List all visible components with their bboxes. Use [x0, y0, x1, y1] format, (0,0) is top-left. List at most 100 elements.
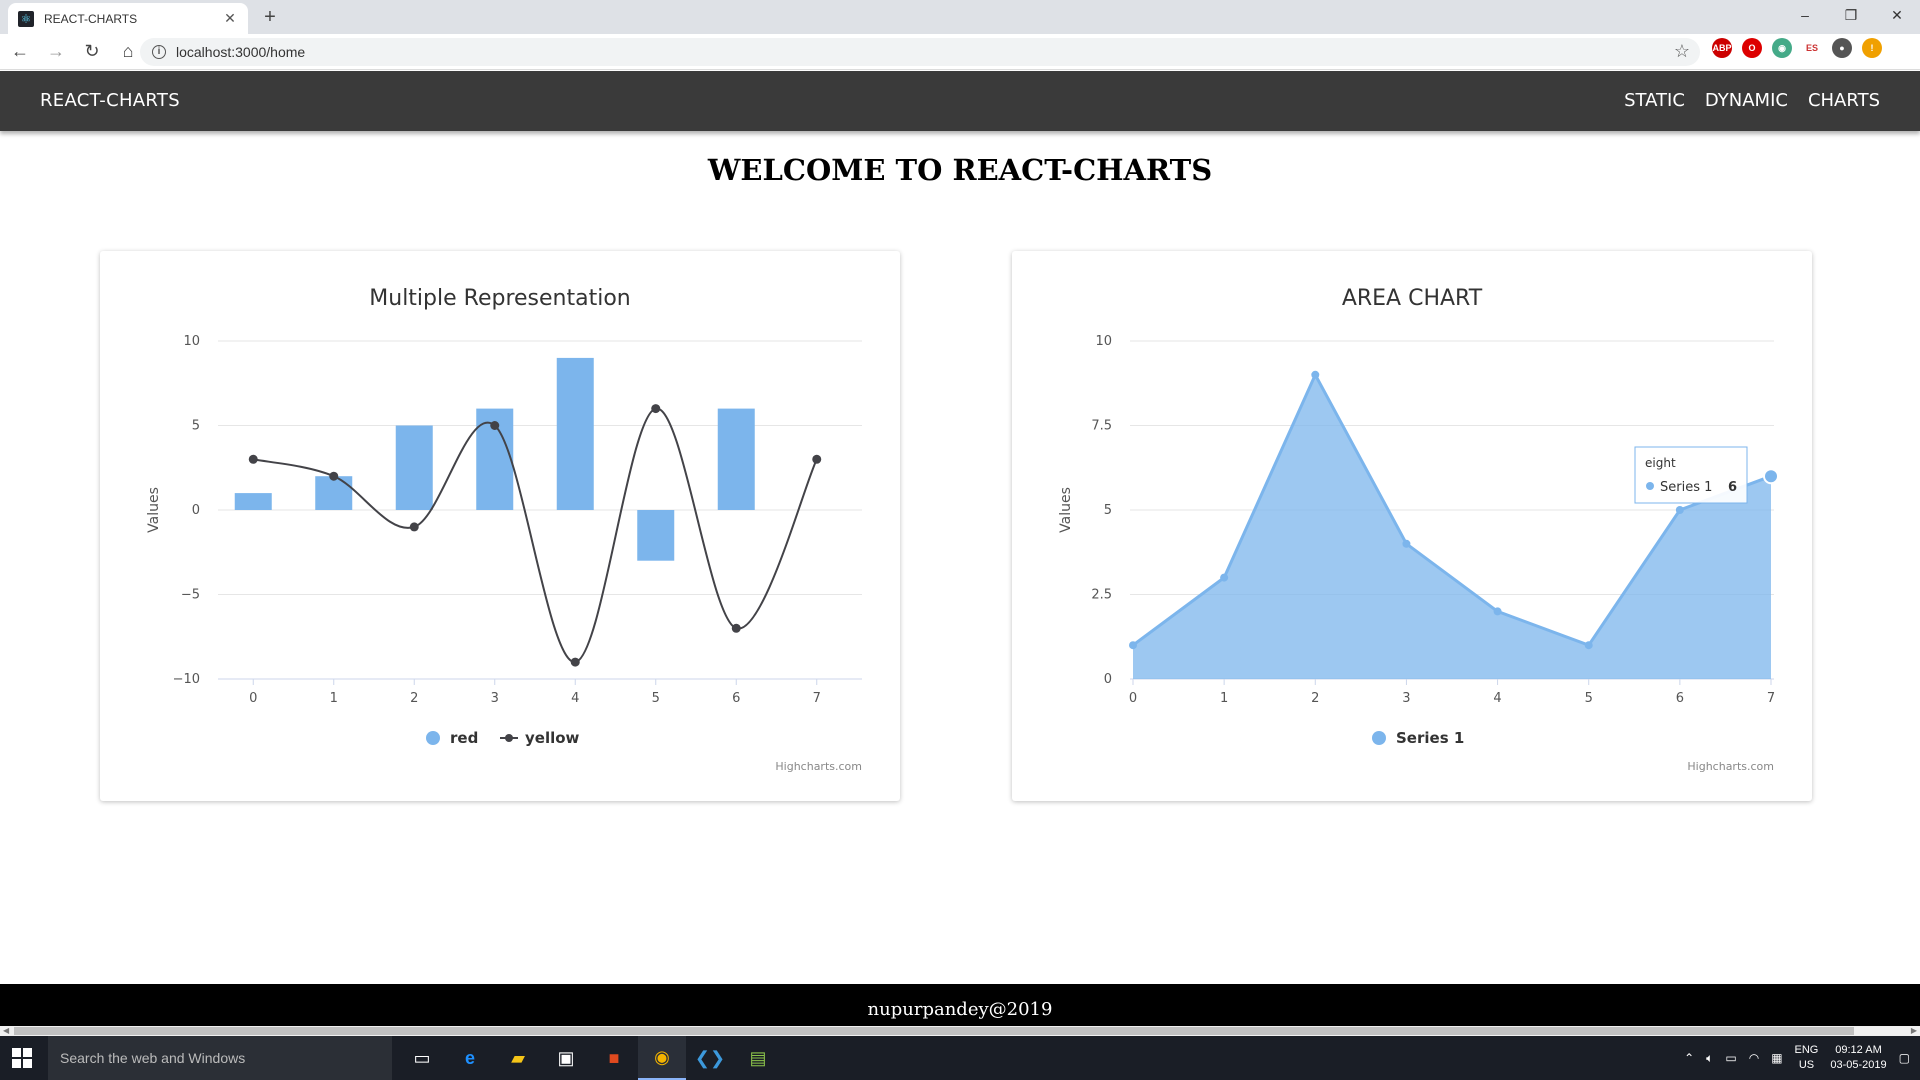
reload-icon[interactable]: ↻ [76, 38, 108, 66]
y-tick-label: 7.5 [1091, 419, 1112, 434]
x-tick-label: 5 [1585, 691, 1593, 706]
url-text[interactable]: localhost:3000/home [176, 44, 305, 60]
horizontal-scrollbar[interactable]: ◀ ▶ [0, 1026, 1920, 1036]
area-chart: AREA CHART Values 0 1 2 3 4 5 6 7 10 7.5 5 2.5 0 Se… [1058, 286, 1779, 773]
point-series1 [1763, 468, 1779, 485]
address-bar[interactable]: i localhost:3000/home ☆ [140, 38, 1700, 66]
multiple-representation-card: Multiple Representation Values 01234567 … [100, 251, 900, 801]
tab-title: REACT-CHARTS [44, 11, 138, 26]
task-view-icon[interactable]: ▭ [398, 1036, 446, 1080]
bar-red [315, 476, 353, 510]
taskbar-pinned-apps: ▭ e ▰ ▣ ■ ◉ ❮❯ ▤ [398, 1036, 782, 1080]
region-code: US [1798, 1059, 1815, 1071]
info-icon[interactable]: i [152, 45, 166, 59]
bar-red [556, 357, 594, 510]
y-tick-label: −5 [181, 588, 200, 603]
tab-close-icon[interactable]: ✕ [222, 10, 238, 27]
clock-time: 09:12 AM [1835, 1044, 1882, 1056]
bar-red [717, 408, 755, 510]
chrome-icon[interactable]: ◉ [638, 1036, 686, 1080]
legend-red-marker[interactable] [426, 731, 440, 745]
legend-series1-label[interactable]: Series 1 [1396, 729, 1464, 747]
tooltip-series-name: Series 1 [1660, 480, 1712, 495]
tray-chevron-icon[interactable]: ⌃ [1684, 1051, 1694, 1065]
browser-tab[interactable]: ⚛ REACT-CHARTS ✕ [8, 3, 248, 34]
x-tick-label: 4 [1493, 691, 1501, 706]
bar-red [637, 510, 675, 561]
store-icon[interactable]: ▣ [542, 1036, 590, 1080]
legend-red-label[interactable]: red [450, 729, 478, 747]
vscode-icon[interactable]: ❮❯ [686, 1036, 734, 1080]
taskbar-search-box[interactable]: Search the web and Windows [48, 1036, 392, 1080]
legend-yellow-marker[interactable] [505, 734, 513, 742]
tooltip-header: eight [1645, 456, 1676, 470]
close-window-button[interactable]: ✕ [1874, 0, 1920, 30]
x-tick-label: 3 [1402, 691, 1410, 706]
y-tick-label: 5 [192, 419, 200, 434]
multiple-representation-chart: Multiple Representation Values 01234567 … [146, 286, 862, 773]
update-alert-icon[interactable]: ! [1862, 38, 1882, 58]
edge-browser-icon[interactable]: e [446, 1036, 494, 1080]
point-yellow [248, 454, 258, 464]
point-yellow [731, 623, 741, 633]
adblock-extension-icon[interactable]: ABP [1712, 38, 1732, 58]
page-heading: WELCOME TO REACT-CHARTS [707, 153, 1213, 187]
keyboard-icon[interactable]: ▦ [1771, 1051, 1782, 1065]
credits-link[interactable]: Highcharts.com [1687, 760, 1774, 773]
point-series1 [1129, 641, 1137, 650]
nav-link-charts[interactable]: CHARTS [1808, 90, 1880, 111]
point-yellow [812, 454, 822, 464]
new-tab-button[interactable]: + [258, 6, 282, 29]
point-series1 [1220, 573, 1229, 582]
battery-icon[interactable]: ▭ [1725, 1051, 1736, 1065]
scroll-left-arrow-icon[interactable]: ◀ [3, 1026, 9, 1035]
language-indicator[interactable]: ENG US [1795, 1043, 1819, 1073]
legend-series1-marker[interactable] [1372, 731, 1386, 745]
x-tick-label: 4 [571, 691, 579, 706]
clock-date: 03-05-2019 [1830, 1059, 1887, 1071]
x-tick-label: 0 [1129, 691, 1137, 706]
wifi-icon[interactable]: ◠ [1749, 1051, 1759, 1065]
profile-avatar[interactable]: ● [1832, 38, 1852, 58]
x-tick-label: 2 [410, 691, 418, 706]
restore-button[interactable]: ❐ [1828, 0, 1874, 30]
scrollbar-thumb[interactable] [14, 1027, 1854, 1035]
point-yellow [490, 421, 500, 430]
point-yellow [409, 522, 419, 532]
x-tick-label: 7 [1767, 691, 1775, 706]
clock[interactable]: 09:12 AM 03-05-2019 [1830, 1043, 1886, 1073]
y-axis-title: Values [1058, 487, 1074, 533]
minimize-button[interactable]: – [1782, 0, 1828, 30]
bookmark-star-icon[interactable]: ☆ [1674, 41, 1690, 62]
scroll-right-arrow-icon[interactable]: ▶ [1911, 1026, 1917, 1035]
forward-arrow-icon[interactable]: → [40, 38, 72, 66]
nav-link-static[interactable]: STATIC [1624, 90, 1685, 111]
start-button[interactable] [12, 1048, 32, 1068]
point-series1 [1584, 641, 1593, 650]
credits-link[interactable]: Highcharts.com [775, 760, 862, 773]
chart-legend: red yellow [426, 729, 580, 747]
taskbar-search-placeholder[interactable]: Search the web and Windows [60, 1050, 245, 1066]
legend-yellow-label[interactable]: yellow [525, 729, 580, 747]
x-tick-label: 7 [813, 691, 821, 706]
app-navbar: REACT-CHARTS STATIC DYNAMIC CHARTS [0, 71, 1920, 131]
opera-extension-icon[interactable]: O [1742, 38, 1762, 58]
area-chart-card: AREA CHART Values 0 1 2 3 4 5 6 7 10 7.5 5 2.5 0 Se… [1012, 251, 1812, 801]
browser-toolbar: ← → ↻ ⌂ i localhost:3000/home ☆ [0, 34, 1920, 70]
y-tick-label: 0 [192, 503, 200, 518]
office-icon[interactable]: ■ [590, 1036, 638, 1080]
es-extension-icon[interactable]: ES [1802, 38, 1822, 58]
point-series1 [1675, 506, 1684, 514]
notifications-icon[interactable]: ▢ [1899, 1051, 1910, 1065]
file-explorer-icon[interactable]: ▰ [494, 1036, 542, 1080]
volume-icon[interactable]: 🔈︎ [1706, 1051, 1713, 1066]
chart-title: AREA CHART [1342, 286, 1483, 311]
nav-link-dynamic[interactable]: DYNAMIC [1705, 90, 1788, 111]
notepad-icon[interactable]: ▤ [734, 1036, 782, 1080]
x-tick-label: 1 [330, 691, 338, 706]
back-arrow-icon[interactable]: ← [4, 38, 36, 66]
globe-extension-icon[interactable]: ◉ [1772, 38, 1792, 58]
y-tick-label: 5 [1104, 503, 1112, 518]
x-tick-label: 6 [732, 691, 740, 706]
navbar-brand[interactable]: REACT-CHARTS [40, 90, 180, 111]
